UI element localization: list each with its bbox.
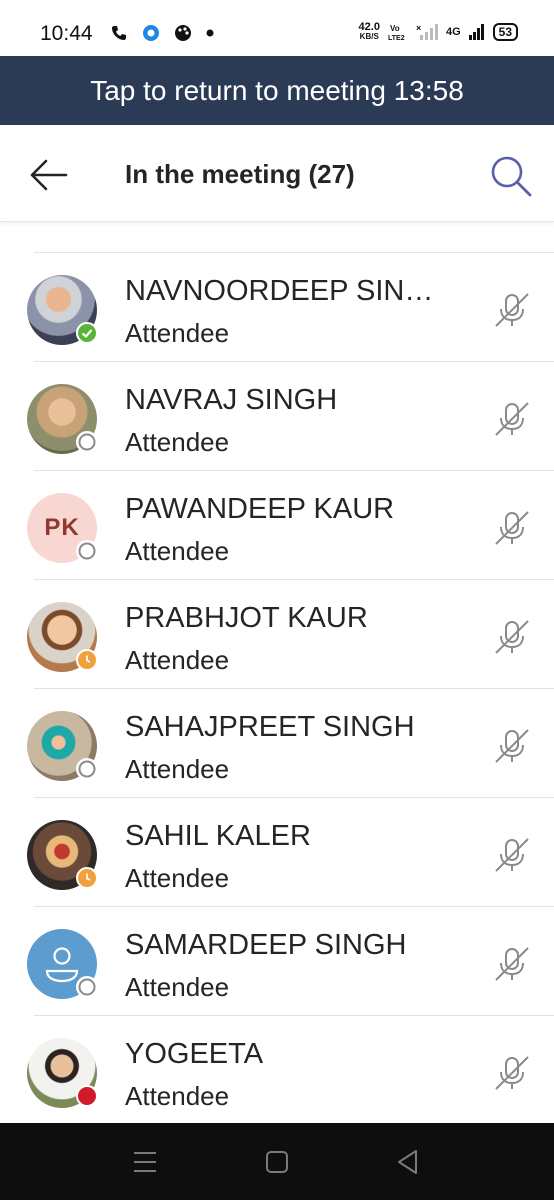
- system-indicators: 42.0 KB/S Vo LTE2 × 4G 53: [359, 22, 518, 42]
- participant-role: Attendee: [125, 863, 230, 893]
- participant-name: SAHIL KALER: [125, 820, 311, 852]
- offline-ring-icon: [78, 542, 96, 560]
- list-item[interactable]: SAMARDEEP SINGH Attendee: [0, 908, 554, 1016]
- participant-name: PRABHJOT KAUR: [125, 602, 368, 634]
- participant-role: Attendee: [125, 1081, 230, 1111]
- status-available-icon: [76, 322, 98, 344]
- recent-apps-icon[interactable]: [132, 1150, 158, 1174]
- mic-muted-icon[interactable]: [492, 508, 532, 548]
- participant-role: Attendee: [125, 754, 230, 784]
- clock-icon: [86, 873, 91, 881]
- svg-text:Vo: Vo: [390, 24, 400, 33]
- app-notification-icon: [143, 25, 159, 41]
- row-divider: [34, 579, 554, 580]
- back-triangle-icon[interactable]: [396, 1149, 420, 1175]
- network-type: 4G: [445, 26, 461, 38]
- svg-text:×: ×: [416, 23, 421, 33]
- row-divider: [34, 1015, 554, 1016]
- participant-name: PAWANDEEP KAUR: [125, 493, 395, 525]
- status-offline-icon: [76, 976, 98, 998]
- battery-indicator: 53: [492, 23, 518, 41]
- network-speed: 42.0 KB/S: [359, 22, 380, 42]
- return-to-meeting-banner[interactable]: Tap to return to meeting 13:58: [0, 56, 554, 125]
- row-divider: [34, 361, 554, 362]
- volte-icon: Vo LTE2: [388, 24, 405, 41]
- list-item[interactable]: PK PAWANDEEP KAUR Attendee: [0, 472, 554, 580]
- phone-icon: [112, 26, 126, 40]
- list-item[interactable]: SAHAJPREET SINGH Attendee: [0, 690, 554, 798]
- mic-muted-icon[interactable]: [492, 1053, 532, 1093]
- list-item-partial[interactable]: Attendee: [0, 222, 554, 253]
- mic-muted-icon[interactable]: [492, 944, 532, 984]
- list-item[interactable]: PRABHJOT KAUR Attendee: [0, 581, 554, 689]
- network-speed-value: 42.0: [358, 21, 380, 33]
- status-time: 10:44: [40, 22, 93, 45]
- svg-text:LTE2: LTE2: [388, 35, 405, 41]
- status-busy-icon: [76, 1085, 98, 1107]
- participant-role: Attendee: [125, 645, 230, 675]
- offline-ring-icon: [78, 433, 96, 451]
- row-divider: [34, 252, 554, 253]
- dot-icon: [206, 29, 214, 37]
- status-offline-icon: [76, 758, 98, 780]
- network-speed-unit: KB/S: [359, 32, 379, 41]
- row-divider: [34, 688, 554, 689]
- participant-role: Attendee: [125, 427, 230, 457]
- mic-muted-icon[interactable]: [492, 617, 532, 657]
- clock-icon: [86, 655, 91, 663]
- page-title: In the meeting (27): [125, 159, 355, 189]
- palette-icon: [175, 25, 191, 41]
- participant-list: Attendee NAVNOORDEEP SIN… Attendee NAVRA…: [0, 222, 554, 1122]
- row-divider: [34, 906, 554, 907]
- participant-role: Attendee: [125, 318, 230, 348]
- status-away-icon: [76, 867, 98, 889]
- offline-ring-icon: [78, 978, 96, 996]
- checkmark-icon: [81, 329, 93, 339]
- offline-ring-icon: [78, 760, 96, 778]
- participant-role: Attendee: [125, 972, 230, 1002]
- notification-icons: [110, 24, 214, 42]
- home-icon[interactable]: [265, 1150, 289, 1174]
- participant-name: YOGEETA: [125, 1038, 264, 1070]
- system-navigation-bar: [0, 1123, 554, 1200]
- participant-name: SAMARDEEP SINGH: [125, 929, 407, 961]
- mic-muted-icon[interactable]: [492, 399, 532, 439]
- signal-strength-icon: [468, 24, 484, 40]
- participants-header: In the meeting (27): [0, 125, 554, 222]
- participant-name: SAHAJPREET SINGH: [125, 711, 415, 743]
- participant-name: NAVNOORDEEP SIN…: [125, 275, 434, 307]
- back-arrow-icon[interactable]: [26, 153, 70, 197]
- search-icon[interactable]: [488, 153, 534, 199]
- mic-muted-icon[interactable]: [492, 290, 532, 330]
- row-divider: [34, 470, 554, 471]
- mic-muted-icon[interactable]: [492, 726, 532, 766]
- avatar-initials-text: PK: [44, 514, 80, 541]
- status-offline-icon: [76, 431, 98, 453]
- status-offline-icon: [76, 540, 98, 562]
- row-divider: [34, 797, 554, 798]
- list-item[interactable]: NAVNOORDEEP SIN… Attendee: [0, 254, 554, 362]
- list-item[interactable]: YOGEETA Attendee: [0, 1017, 554, 1122]
- signal-icon: ×: [416, 23, 438, 40]
- status-away-icon: [76, 649, 98, 671]
- list-item[interactable]: NAVRAJ SINGH Attendee: [0, 363, 554, 471]
- status-bar: 10:44 42.0 KB/S Vo LTE2 × 4G 53: [0, 0, 554, 56]
- list-item[interactable]: SAHIL KALER Attendee: [0, 799, 554, 907]
- participant-name: NAVRAJ SINGH: [125, 384, 338, 416]
- return-to-meeting-text: Tap to return to meeting 13:58: [90, 74, 464, 106]
- participant-role: Attendee: [125, 536, 230, 566]
- mic-muted-icon[interactable]: [492, 835, 532, 875]
